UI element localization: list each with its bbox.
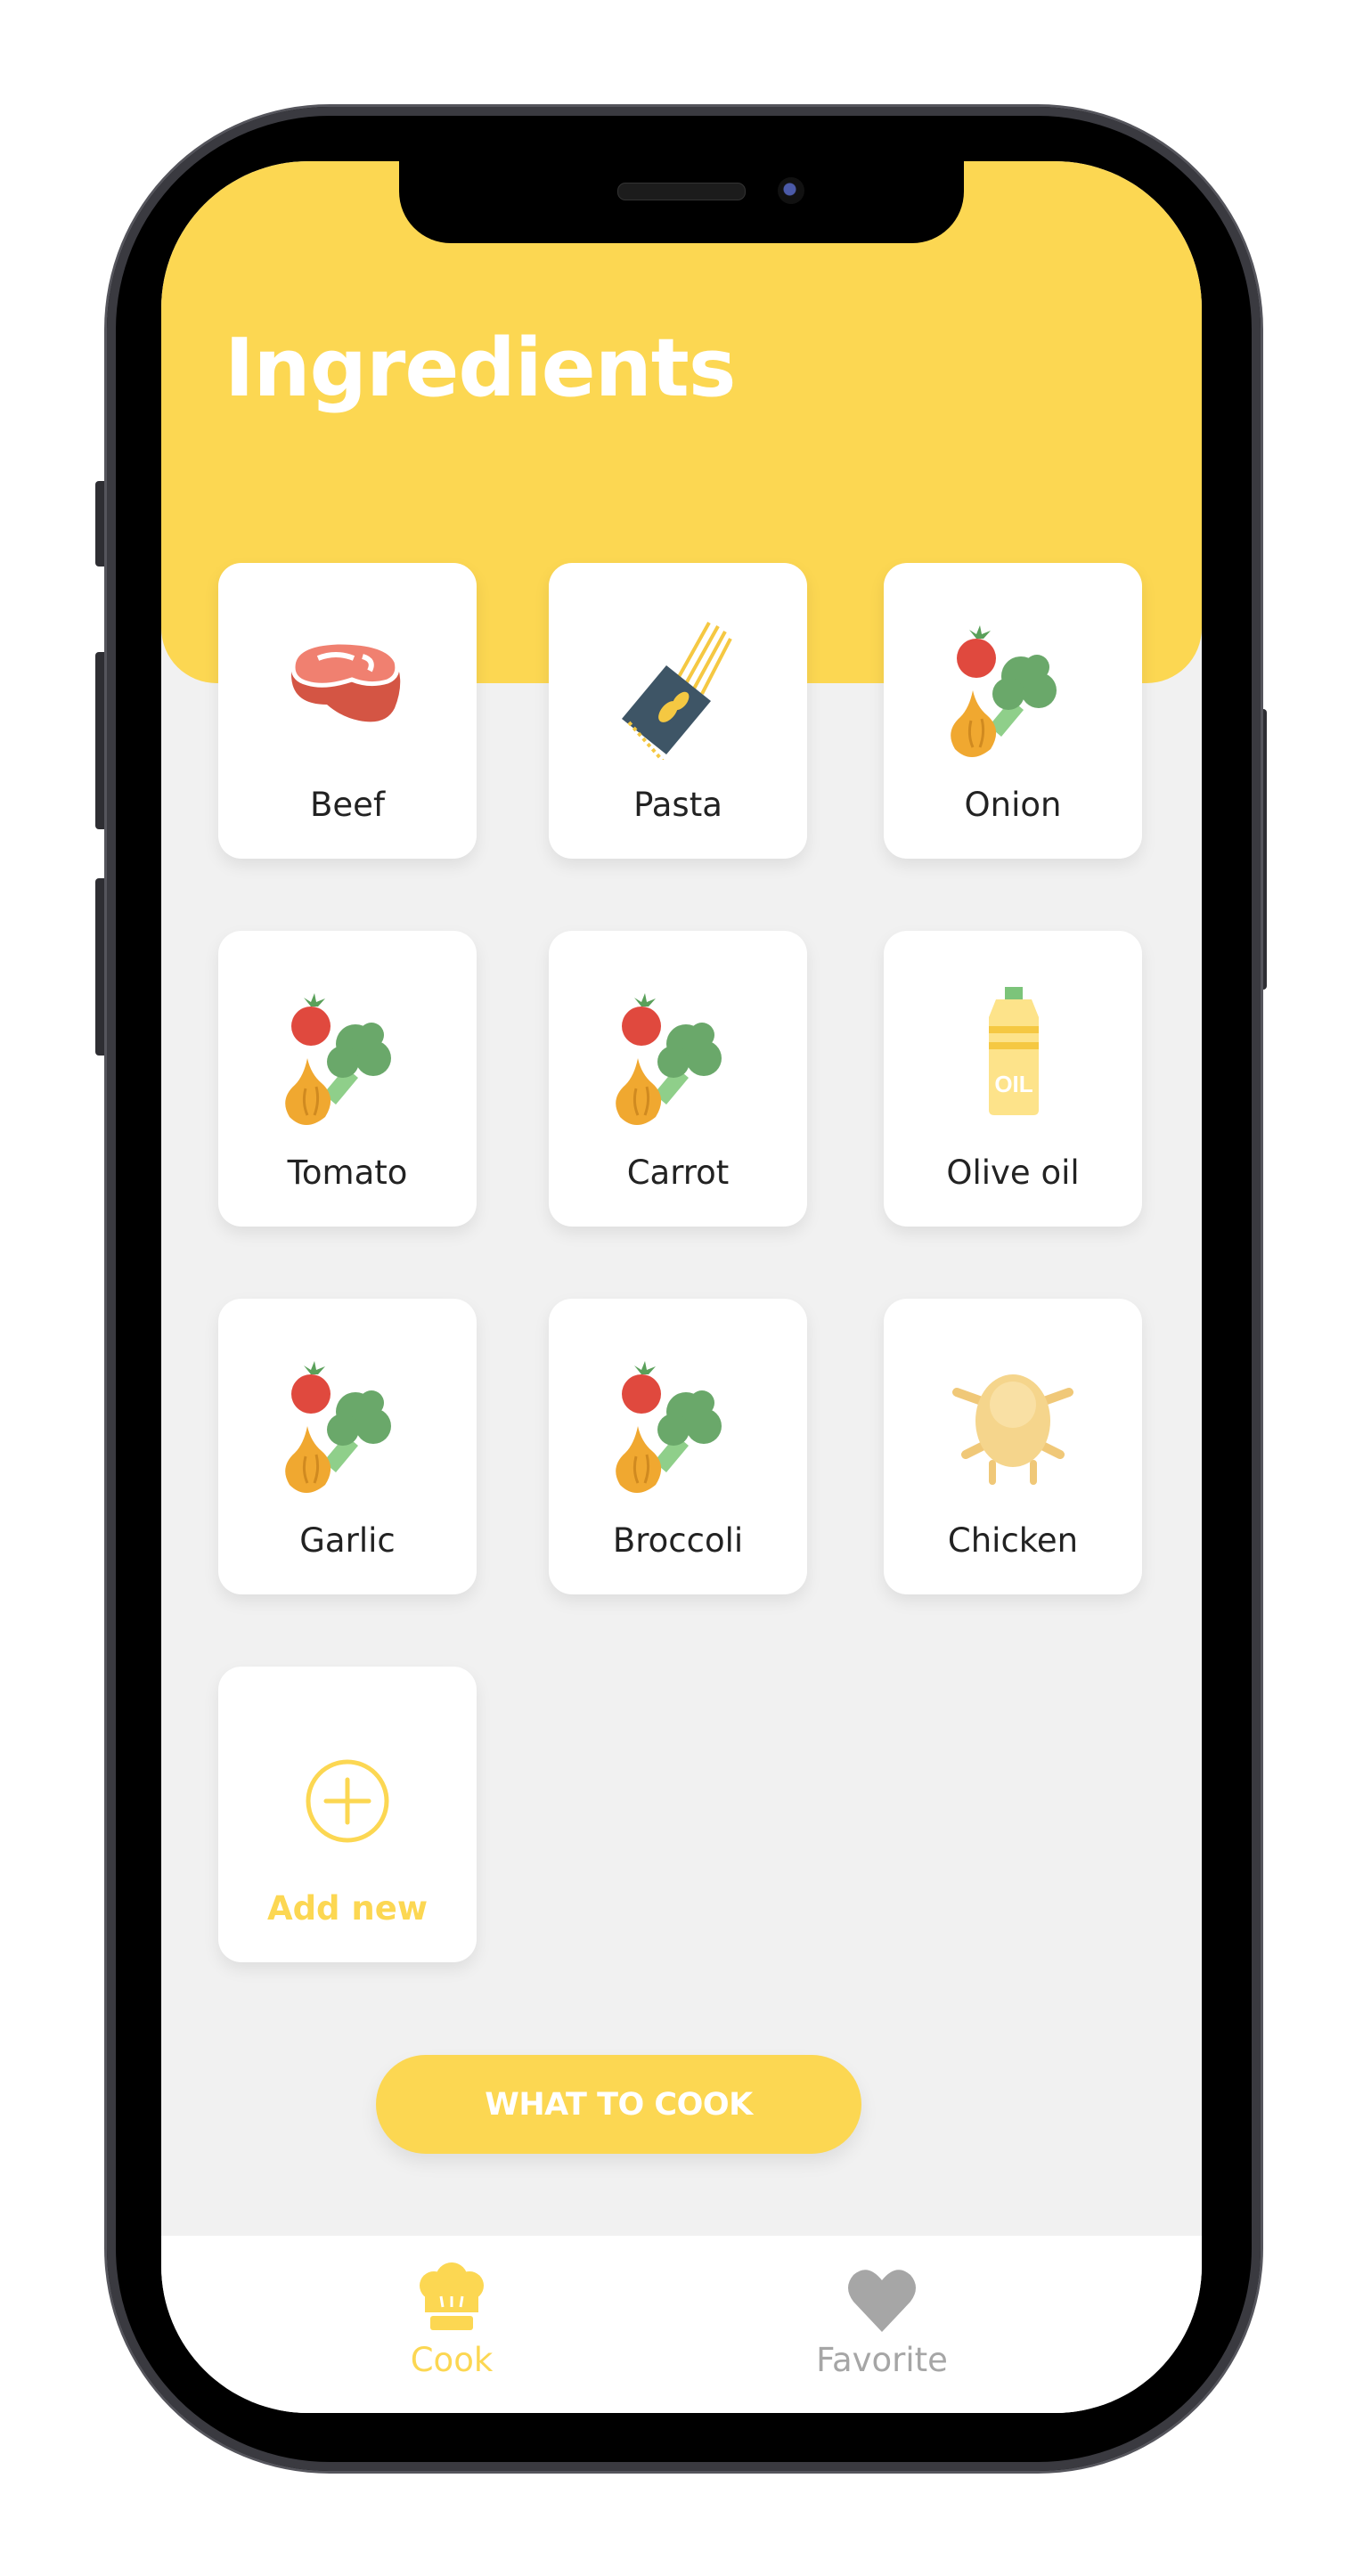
oil-bottle-icon: OIL — [989, 987, 1039, 1115]
ingredient-card-carrot[interactable]: Carrot — [549, 931, 807, 1227]
ingredient-label: Chicken — [947, 1521, 1079, 1560]
ingredient-card-beef[interactable]: Beef — [218, 563, 477, 859]
ingredient-label: Garlic — [299, 1521, 396, 1560]
volume-up-button — [95, 652, 108, 829]
speaker — [617, 183, 746, 200]
ingredient-card-tomato[interactable]: Tomato — [218, 931, 477, 1227]
page-title: Ingredients — [224, 322, 736, 415]
heart-icon — [848, 2270, 916, 2332]
what-to-cook-button[interactable]: WHAT TO COOK — [376, 2055, 861, 2154]
chef-hat-icon — [420, 2262, 484, 2330]
add-new-label: Add new — [266, 1889, 428, 1928]
chicken-icon — [952, 1374, 1073, 1485]
bottom-nav: Cook Favorite — [161, 2236, 1202, 2413]
add-new-ingredient-button[interactable]: Add new — [218, 1667, 477, 1962]
pasta-icon — [622, 622, 732, 760]
nav-label: Favorite — [816, 2341, 948, 2379]
phone-frame: Ingredients Beef Pasta Onion Tomato Carr… — [107, 107, 1261, 2471]
nav-label: Cook — [410, 2341, 494, 2379]
ingredient-card-onion[interactable]: Onion — [884, 563, 1142, 859]
mute-switch — [95, 481, 108, 567]
vegetables-icon — [614, 1359, 723, 1495]
ingredient-label: Pasta — [633, 786, 722, 824]
app-screen: Ingredients Beef Pasta Onion Tomato Carr… — [161, 161, 1202, 2413]
camera — [778, 177, 804, 204]
ingredient-card-garlic[interactable]: Garlic — [218, 1299, 477, 1594]
nav-item-cook[interactable]: Cook — [336, 2261, 567, 2379]
nav-item-favorite[interactable]: Favorite — [766, 2261, 998, 2379]
vegetables-icon — [949, 624, 1058, 759]
ingredient-label: Broccoli — [612, 1521, 744, 1560]
svg-text:OIL: OIL — [994, 1071, 1032, 1097]
ingredient-label: Carrot — [626, 1153, 730, 1192]
notch — [399, 161, 964, 243]
plus-circle-icon — [306, 1759, 389, 1843]
vegetables-icon — [614, 991, 723, 1127]
ingredient-label: Beef — [310, 786, 385, 824]
ingredient-card-olive-oil[interactable]: OIL Olive oil — [884, 931, 1142, 1227]
steak-icon — [290, 640, 401, 722]
vegetables-icon — [283, 1359, 393, 1495]
ingredient-label: Onion — [964, 786, 1062, 824]
ingredient-card-chicken[interactable]: Chicken — [884, 1299, 1142, 1594]
vegetables-icon — [283, 991, 393, 1127]
ingredient-label: Olive oil — [946, 1153, 1080, 1192]
ingredient-card-broccoli[interactable]: Broccoli — [549, 1299, 807, 1594]
ingredient-label: Tomato — [287, 1153, 408, 1192]
volume-down-button — [95, 878, 108, 1056]
ingredient-card-pasta[interactable]: Pasta — [549, 563, 807, 859]
